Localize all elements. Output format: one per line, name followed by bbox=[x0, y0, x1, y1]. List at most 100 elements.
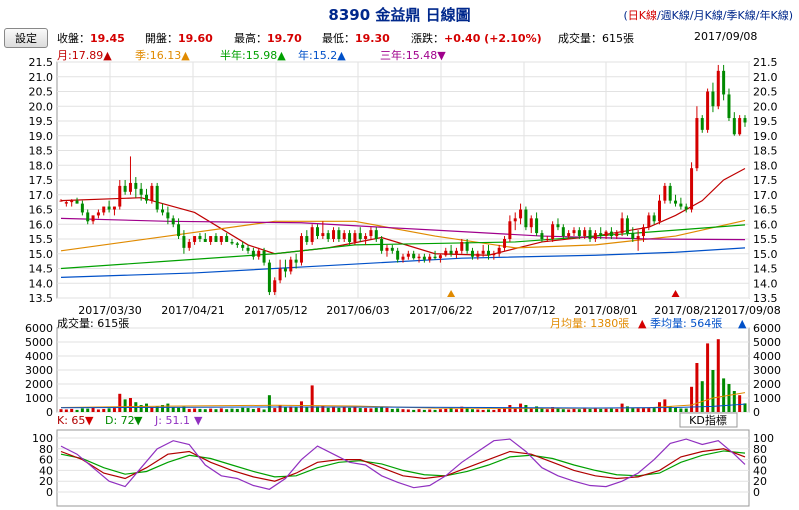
candle-body bbox=[86, 212, 90, 222]
volume-bar bbox=[246, 408, 250, 412]
price-tick-right: 16.5 bbox=[753, 204, 778, 217]
volume-bar bbox=[567, 409, 571, 412]
price-tick-right: 17.5 bbox=[753, 174, 778, 187]
kd-d-label: D: 72 bbox=[105, 414, 135, 427]
volume-bar bbox=[615, 408, 619, 412]
candle-body bbox=[492, 253, 496, 256]
candle-body bbox=[257, 250, 261, 257]
volume-bar bbox=[700, 381, 704, 412]
candle-body bbox=[412, 253, 416, 259]
candle-body bbox=[620, 218, 624, 234]
price-tick-right: 15.5 bbox=[753, 233, 778, 246]
candle-body bbox=[337, 230, 341, 239]
candle-body bbox=[465, 241, 469, 251]
candle-body bbox=[251, 250, 255, 257]
kd-d-arrow: ▼ bbox=[134, 414, 143, 427]
volume-tick-left: 3000 bbox=[25, 364, 53, 377]
candle-body bbox=[470, 250, 474, 257]
volume-bar bbox=[241, 407, 245, 412]
candle-body bbox=[599, 233, 603, 237]
volume-bar bbox=[337, 407, 341, 412]
candle-body bbox=[203, 239, 207, 242]
candle-body bbox=[241, 244, 245, 248]
candle-body bbox=[364, 236, 368, 239]
volume-tick-right: 3000 bbox=[753, 364, 781, 377]
volume-bar bbox=[385, 407, 389, 412]
volume-bar bbox=[70, 408, 74, 412]
volume-bar bbox=[235, 408, 239, 412]
volume-tick-left: 5000 bbox=[25, 336, 53, 349]
candle-body bbox=[684, 206, 688, 210]
candle-body bbox=[380, 239, 384, 251]
candle-body bbox=[139, 188, 143, 195]
volume-month-avg-arrow: ▲ bbox=[638, 317, 647, 330]
candle-body bbox=[316, 227, 319, 237]
volume-bar bbox=[225, 409, 229, 412]
volume-bar bbox=[96, 409, 100, 412]
candle-body bbox=[732, 118, 736, 135]
volume-bar bbox=[684, 408, 688, 412]
volume-bar bbox=[556, 408, 560, 412]
candle-body bbox=[743, 118, 747, 123]
candle-body bbox=[369, 230, 373, 237]
candle-body bbox=[289, 259, 293, 272]
volume-bar bbox=[294, 407, 298, 412]
volume-bar bbox=[470, 409, 474, 412]
volume-bar bbox=[412, 409, 416, 412]
volume-bar bbox=[219, 408, 223, 412]
volume-bar bbox=[604, 408, 608, 412]
candle-body bbox=[438, 255, 442, 259]
candle-body bbox=[70, 200, 74, 203]
candle-body bbox=[674, 200, 678, 204]
volume-tick-right: 0 bbox=[753, 406, 760, 419]
price-tick-left: 15.5 bbox=[29, 233, 54, 246]
candle-body bbox=[433, 256, 437, 259]
volume-bar bbox=[727, 384, 731, 412]
price-tick-right: 16.0 bbox=[753, 218, 778, 231]
candle-body bbox=[385, 247, 389, 251]
candle-body bbox=[91, 215, 95, 222]
volume-bar bbox=[674, 407, 678, 412]
price-tick-left: 21.0 bbox=[29, 71, 54, 84]
candle-body bbox=[209, 236, 213, 242]
kd-j-arrow: ▼ bbox=[194, 414, 203, 427]
candle-body bbox=[219, 236, 223, 242]
volume-bar bbox=[59, 409, 63, 412]
candle-body bbox=[583, 230, 587, 237]
candle-body bbox=[102, 206, 106, 213]
stock-chart: 13.5 13.514.0 14.014.5 14.515.0 15.015.5 15.5… bbox=[25, 56, 781, 507]
volume-bar bbox=[492, 409, 496, 412]
volume-tick-right: 2000 bbox=[753, 378, 781, 391]
volume-bar bbox=[695, 363, 699, 412]
price-tick-left: 21.5 bbox=[29, 56, 54, 69]
volume-bar bbox=[561, 409, 565, 412]
candle-body bbox=[150, 185, 154, 201]
kd-tick-left: 100 bbox=[32, 432, 53, 445]
volume-tick-right: 4000 bbox=[753, 350, 781, 363]
candle-body bbox=[348, 233, 352, 242]
price-tick-left: 18.0 bbox=[29, 159, 54, 172]
volume-bar bbox=[593, 408, 597, 412]
candle-body bbox=[374, 230, 378, 239]
candle-body bbox=[668, 185, 672, 201]
candle-body bbox=[722, 70, 726, 95]
price-tick-left: 17.5 bbox=[29, 174, 54, 187]
candle-body bbox=[652, 215, 656, 222]
candle-body bbox=[690, 168, 694, 210]
price-tick-left: 20.0 bbox=[29, 100, 54, 113]
candle-body bbox=[625, 218, 629, 234]
date-tick-label: 2017/08/21 bbox=[654, 304, 717, 317]
price-tick-left: 14.0 bbox=[29, 277, 54, 290]
volume-bar bbox=[257, 408, 261, 412]
candle-body bbox=[225, 236, 229, 242]
volume-tick-left: 6000 bbox=[25, 322, 53, 335]
candle-body bbox=[171, 218, 175, 225]
volume-bar bbox=[577, 409, 581, 412]
date-tick-label: 2017/07/12 bbox=[492, 304, 555, 317]
price-tick-right: 21.0 bbox=[753, 71, 778, 84]
volume-bar bbox=[743, 403, 747, 412]
kd-tick-right: 100 bbox=[753, 432, 774, 445]
volume-bar bbox=[203, 409, 207, 412]
price-tick-left: 20.5 bbox=[29, 86, 54, 99]
volume-bar bbox=[438, 409, 442, 412]
